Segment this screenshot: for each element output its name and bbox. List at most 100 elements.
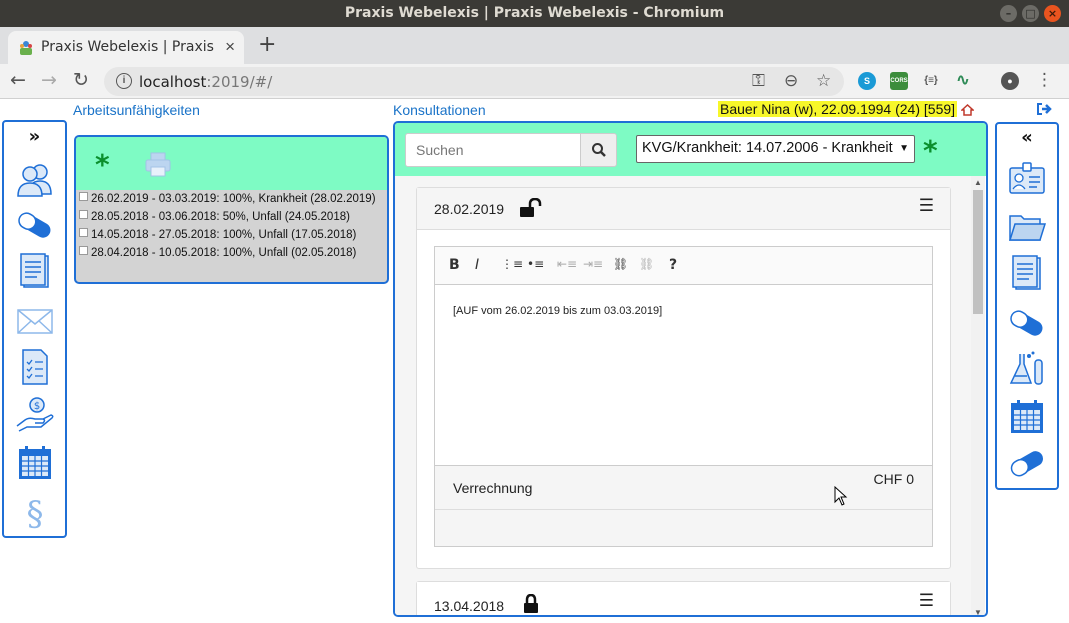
billing-header[interactable]: Verrechnung CHF 0 [435,466,932,510]
help-icon[interactable]: ? [669,257,677,273]
calendar-icon[interactable] [15,444,55,482]
webelexis-favicon-icon [20,41,32,55]
link-icon[interactable]: ⛓ [613,257,628,271]
browser-menu-icon[interactable]: ⋮ [1036,70,1053,90]
medication-pill-icon[interactable] [15,206,55,244]
patient-label[interactable]: Bauer Nina (w), 22.09.1994 (24) [559] [718,101,958,117]
medication-pill-icon[interactable] [1007,444,1047,482]
kons-list: 28.02.2019 ☰ B I ⋮≡ •≡ ⇤≡ ⇥≡ ⛓ ⛓ ? [AUF … [395,176,985,615]
back-icon[interactable]: ← [10,69,26,91]
browser-tab[interactable]: Praxis Webelexis | Praxis Webelexis × [8,31,244,64]
auf-panel: * 26.02.2019 - 03.03.2019: 100%, Krankhe… [74,135,389,284]
auf-checkbox[interactable] [79,246,88,255]
konsultation-card: 13.04.2018 ☰ [416,581,951,615]
auf-section-title: Arbeitsunfähigkeiten [73,102,200,118]
konsultation-date: 28.02.2019 [434,201,505,217]
bullet-list-icon[interactable]: •≡ [527,257,544,271]
document-icon[interactable] [1007,254,1047,292]
folder-icon[interactable] [1007,208,1047,246]
fall-select[interactable]: KVG/Krankheit: 14.07.2006 - Krankheit ▼ [636,135,915,163]
konsultation-editor[interactable]: B I ⋮≡ •≡ ⇤≡ ⇥≡ ⛓ ⛓ ? [AUF vom 26.02.201… [434,246,933,466]
browser-toolbar: ← → ↻ i localhost:2019/#/ ⚿ ⊖ ☆ S CORS {… [0,64,1069,99]
auf-item[interactable]: 28.04.2018 - 10.05.2018: 100%, Unfall (0… [76,244,387,262]
search-icon [592,143,606,157]
billing-label: Verrechnung [453,480,533,496]
billing-hand-icon[interactable]: $ [15,396,55,434]
bookmark-star-icon[interactable]: ☆ [816,71,831,91]
mouse-cursor-icon [834,486,848,506]
tab-strip: Praxis Webelexis | Praxis Webelexis × + [0,27,1069,64]
search-input[interactable]: Suchen [405,133,581,167]
right-sidebar: « [995,122,1059,490]
home-icon[interactable] [961,103,974,116]
indent-icon[interactable]: ⇥≡ [583,257,603,271]
add-auf-icon[interactable]: * [95,148,110,181]
extension-json-icon[interactable]: {≡} [922,72,940,90]
scrollbar-thumb[interactable] [973,190,983,314]
auf-list: 26.02.2019 - 03.03.2019: 100%, Krankheit… [76,190,387,262]
outdent-icon[interactable]: ⇤≡ [557,257,577,271]
tab-title: Praxis Webelexis | Praxis Webelexis [41,39,216,55]
auf-item[interactable]: 14.05.2018 - 27.05.2018: 100%, Unfall (1… [76,226,387,244]
profile-icon[interactable]: ● [1001,72,1019,90]
extension-cors-icon[interactable]: CORS [890,72,908,90]
collapse-sidebar-icon[interactable]: « [997,127,1057,148]
konsultation-menu-icon[interactable]: ☰ [919,591,934,611]
svg-text:§: § [26,494,43,530]
minimize-icon[interactable]: – [1000,5,1017,22]
printer-icon[interactable] [144,151,172,177]
webelexis-app: Arbeitsunfähigkeiten Konsultationen Baue… [0,99,1069,623]
billing-amount: CHF 0 [873,471,914,487]
patients-icon[interactable] [15,160,55,198]
scroll-down-icon[interactable]: ▼ [974,608,982,615]
window-title: Praxis Webelexis | Praxis Webelexis - Ch… [344,5,725,21]
maximize-icon[interactable]: □ [1022,5,1039,22]
konsultation-menu-icon[interactable]: ☰ [919,196,934,216]
site-info-icon[interactable]: i [116,73,132,89]
medication-pill-icon[interactable] [1007,304,1047,342]
italic-icon[interactable]: I [475,257,479,273]
auf-item[interactable]: 28.05.2018 - 03.06.2018: 50%, Unfall (24… [76,208,387,226]
bold-icon[interactable]: B [449,257,460,273]
new-tab-icon[interactable]: + [258,32,276,57]
dropdown-arrow-icon: ▼ [899,143,909,154]
close-window-icon[interactable]: × [1044,5,1061,22]
calendar-icon[interactable] [1007,398,1047,436]
extension-s-icon[interactable]: S [858,72,876,90]
fall-select-value: KVG/Krankheit: 14.07.2006 - Krankheit [642,140,893,156]
add-konsultation-icon[interactable]: * [923,134,938,167]
window-titlebar: Praxis Webelexis | Praxis Webelexis - Ch… [0,0,1069,27]
auf-item[interactable]: 26.02.2019 - 03.03.2019: 100%, Krankheit… [76,190,387,208]
editor-toolbar: B I ⋮≡ •≡ ⇤≡ ⇥≡ ⛓ ⛓ ? [435,247,932,285]
patient-card-icon[interactable] [1007,160,1047,198]
tab-close-icon[interactable]: × [225,37,235,57]
expand-sidebar-icon[interactable]: » [4,126,65,147]
forward-icon[interactable]: → [41,69,57,91]
auf-panel-header: * [76,137,387,190]
konsultation-header: 28.02.2019 ☰ [417,188,950,230]
zoom-icon[interactable]: ⊖ [784,71,798,91]
scroll-up-icon[interactable]: ▲ [974,178,982,187]
kons-scrollbar[interactable]: ▲ ▼ [971,176,985,615]
extension-wave-icon[interactable]: ∿ [954,72,972,90]
auf-checkbox[interactable] [79,210,88,219]
checklist-icon[interactable] [15,348,55,386]
kons-section-title: Konsultationen [393,102,486,118]
konsultation-date: 13.04.2018 [434,598,505,614]
logout-icon[interactable] [1036,102,1052,116]
ordered-list-icon[interactable]: ⋮≡ [501,257,523,271]
search-button[interactable] [580,133,617,167]
locked-icon[interactable] [519,594,543,614]
auf-checkbox[interactable] [79,192,88,201]
address-bar[interactable]: i localhost:2019/#/ ⚿ ⊖ ☆ [104,67,844,96]
unlink-icon[interactable]: ⛓ [639,257,654,271]
key-icon[interactable]: ⚿ [752,71,765,91]
unlocked-icon[interactable] [519,198,543,218]
kons-panel: Suchen KVG/Krankheit: 14.07.2006 - Krank… [393,121,988,617]
document-icon[interactable] [15,252,55,290]
reload-icon[interactable]: ↻ [73,69,89,91]
laboratory-icon[interactable] [1007,350,1047,388]
mail-icon[interactable] [15,302,55,340]
auf-checkbox[interactable] [79,228,88,237]
law-paragraph-icon[interactable]: § [15,492,55,530]
